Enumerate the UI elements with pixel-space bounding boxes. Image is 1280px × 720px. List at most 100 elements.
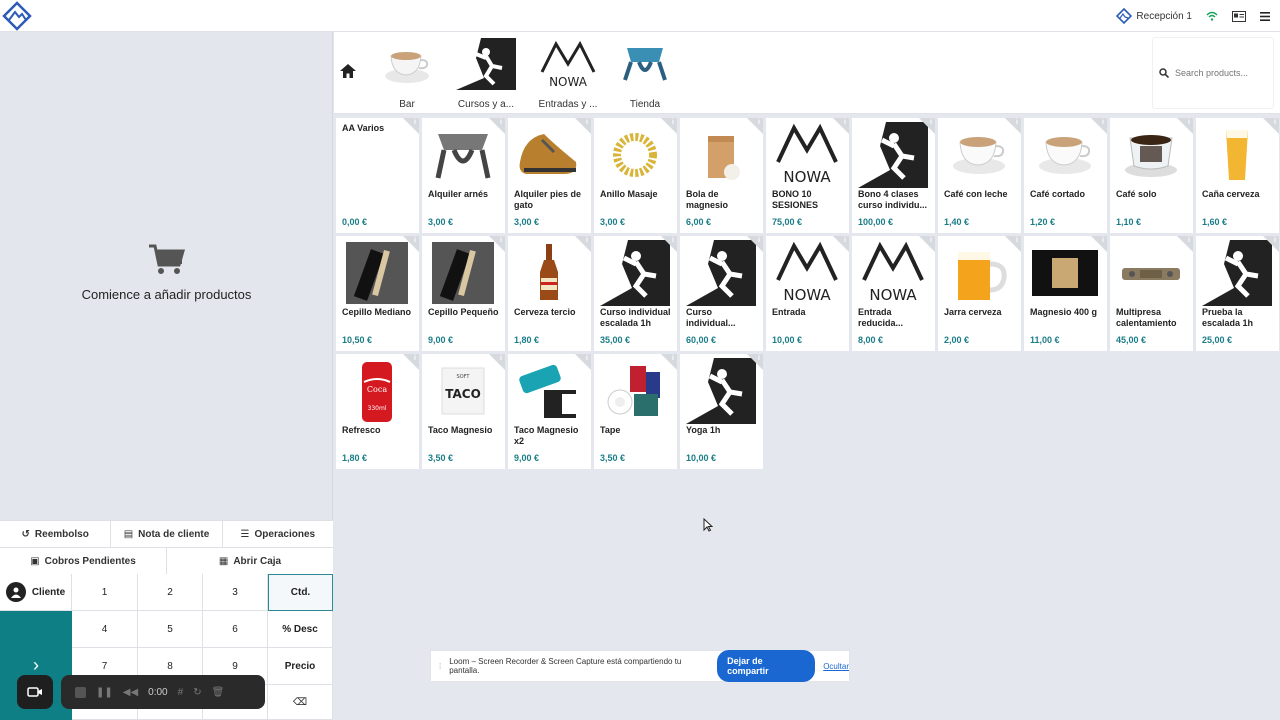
share-message: Loom – Screen Recorder & Screen Capture …	[449, 657, 682, 675]
menu-icon[interactable]	[1260, 11, 1270, 21]
home-icon[interactable]	[340, 64, 356, 78]
product-card[interactable]: Alquiler arnés 3,00 € i	[422, 118, 505, 233]
search-input[interactable]	[1175, 68, 1271, 78]
product-card[interactable]: NOWA BONO 10 SESIONES 75,00 € i	[766, 118, 849, 233]
product-info-icon[interactable]: i	[575, 354, 591, 370]
product-info-icon[interactable]: i	[661, 236, 677, 252]
price-mode-button[interactable]: Precio	[268, 648, 333, 685]
product-card[interactable]: Prueba la escalada 1h 25,00 € i	[1196, 236, 1279, 351]
backspace-button[interactable]: ⌫	[268, 685, 333, 720]
discount-mode-button[interactable]: % Desc	[268, 611, 333, 648]
numpad-key-3[interactable]: 3	[203, 574, 268, 611]
id-card-icon[interactable]	[1232, 10, 1246, 22]
numpad-key-6[interactable]: 6	[203, 611, 268, 648]
numpad-key-4[interactable]: 4	[72, 611, 138, 648]
product-card[interactable]: Tape 3,50 € i	[594, 354, 677, 469]
product-card[interactable]: Café solo 1,10 € i	[1110, 118, 1193, 233]
product-info-icon[interactable]: i	[489, 354, 505, 370]
category-shop[interactable]: Tienda	[607, 38, 683, 110]
product-info-icon[interactable]: i	[1005, 118, 1021, 134]
product-card[interactable]: Café cortado 1,20 € i	[1024, 118, 1107, 233]
open-cash-button[interactable]: ▦ Abrir Caja	[167, 548, 333, 574]
product-info-icon[interactable]: i	[403, 354, 419, 370]
refund-button[interactable]: ↺ Reembolso	[0, 521, 112, 547]
product-info-icon[interactable]: i	[747, 354, 763, 370]
product-card[interactable]: Multipresa calentamiento 45,00 € i	[1110, 236, 1193, 351]
product-info-icon[interactable]: i	[919, 236, 935, 252]
product-info-icon[interactable]: i	[1263, 236, 1279, 252]
rewind-icon[interactable]: ◀◀	[123, 687, 138, 698]
product-card[interactable]: Bono 4 clases curso individu... 100,00 € i	[852, 118, 935, 233]
product-card[interactable]: Jarra cerveza 2,00 € i	[938, 236, 1021, 351]
product-card[interactable]: Cerveza tercio 1,80 € i	[508, 236, 591, 351]
product-info-icon[interactable]: i	[489, 118, 505, 134]
pause-icon[interactable]: ❚❚	[96, 687, 113, 698]
category-courses[interactable]: Cursos y a...	[448, 38, 524, 110]
pending-payments-button[interactable]: ▣ Cobros Pendientes	[0, 548, 167, 574]
product-info-icon[interactable]: i	[919, 118, 935, 134]
product-info-icon[interactable]: i	[1091, 236, 1107, 252]
quantity-mode-button[interactable]: Ctd.	[268, 574, 333, 611]
stop-icon[interactable]	[75, 686, 86, 698]
numpad-key-1[interactable]: 1	[72, 574, 138, 611]
product-search[interactable]	[1152, 37, 1274, 109]
hide-banner-link[interactable]: Ocultar	[823, 662, 849, 671]
numpad-key-5[interactable]: 5	[138, 611, 203, 648]
product-info-icon[interactable]: i	[1263, 118, 1279, 134]
wifi-icon[interactable]	[1206, 11, 1218, 21]
product-info-icon[interactable]: i	[833, 118, 849, 134]
product-card[interactable]: Alquiler pies de gato 3,00 € i	[508, 118, 591, 233]
product-card[interactable]: Café con leche 1,40 € i	[938, 118, 1021, 233]
restart-icon[interactable]: ↻	[193, 687, 201, 698]
empty-cart-message: Comience a añadir productos	[81, 287, 252, 302]
product-info-icon[interactable]: i	[661, 118, 677, 134]
product-info-icon[interactable]: i	[403, 118, 419, 134]
product-info-icon[interactable]: i	[747, 118, 763, 134]
product-image	[432, 242, 494, 304]
product-name: Cepillo Mediano	[342, 307, 412, 317]
product-info-icon[interactable]: i	[833, 236, 849, 252]
product-card[interactable]: NOWA Entrada reducida... 8,00 € i	[852, 236, 935, 351]
product-info-icon[interactable]: i	[575, 236, 591, 252]
product-card[interactable]: Magnesio 400 g 11,00 € i	[1024, 236, 1107, 351]
numpad-key-2[interactable]: 2	[138, 574, 203, 611]
customer-note-button[interactable]: ▤ Nota de cliente	[111, 521, 223, 547]
product-info-icon[interactable]: i	[661, 354, 677, 370]
product-image	[540, 244, 558, 300]
product-card[interactable]: TACO SOFT Taco Magnesio 3,50 € i	[422, 354, 505, 469]
product-price: 11,00 €	[1030, 335, 1060, 345]
operations-button[interactable]: ☰ Operaciones	[223, 521, 333, 547]
app-logo[interactable]	[2, 1, 32, 31]
product-card[interactable]: Cepillo Pequeño 9,00 € i	[422, 236, 505, 351]
product-card[interactable]: Bola de magnesio 6,00 € i	[680, 118, 763, 233]
stop-sharing-button[interactable]: Dejar de compartir	[717, 650, 816, 682]
grid-icon[interactable]: #	[178, 687, 184, 698]
product-info-icon[interactable]: i	[575, 118, 591, 134]
product-card[interactable]: Taco Magnesio x2 9,00 € i	[508, 354, 591, 469]
product-info-icon[interactable]: i	[747, 236, 763, 252]
product-info-icon[interactable]: i	[403, 236, 419, 252]
product-card[interactable]: NOWA Entrada 10,00 € i	[766, 236, 849, 351]
product-info-icon[interactable]: i	[1005, 236, 1021, 252]
product-info-icon[interactable]: i	[489, 236, 505, 252]
category-bar[interactable]: Bar	[369, 38, 445, 110]
category-label-shop: Tienda	[629, 99, 661, 110]
product-info-icon[interactable]: i	[1177, 118, 1193, 134]
register-selector[interactable]: Recepción 1	[1116, 8, 1192, 24]
product-card[interactable]: Coca 330ml Refresco 1,80 € i	[336, 354, 419, 469]
category-entries[interactable]: NOWA Entradas y ...	[530, 38, 606, 110]
product-card[interactable]: Yoga 1h 10,00 € i	[680, 354, 763, 469]
product-info-icon[interactable]: i	[1091, 118, 1107, 134]
product-card[interactable]: AA Varios 0,00 € i	[336, 118, 419, 233]
trash-icon[interactable]: 🗑	[212, 687, 225, 698]
product-card[interactable]: Cepillo Mediano 10,50 € i	[336, 236, 419, 351]
camera-toggle-button[interactable]	[17, 675, 53, 709]
drag-handle-icon[interactable]: ⁞	[439, 662, 441, 671]
product-card[interactable]: Caña cerveza 1,60 € i	[1196, 118, 1279, 233]
customer-button[interactable]: Cliente	[0, 574, 72, 611]
product-card[interactable]: Curso individual... 60,00 € i	[680, 236, 763, 351]
product-info-icon[interactable]: i	[1177, 236, 1193, 252]
product-card[interactable]: Anillo Masaje 3,00 € i	[594, 118, 677, 233]
pending-payments-label: Cobros Pendientes	[44, 555, 136, 567]
product-card[interactable]: Curso individual escalada 1h 35,00 € i	[594, 236, 677, 351]
